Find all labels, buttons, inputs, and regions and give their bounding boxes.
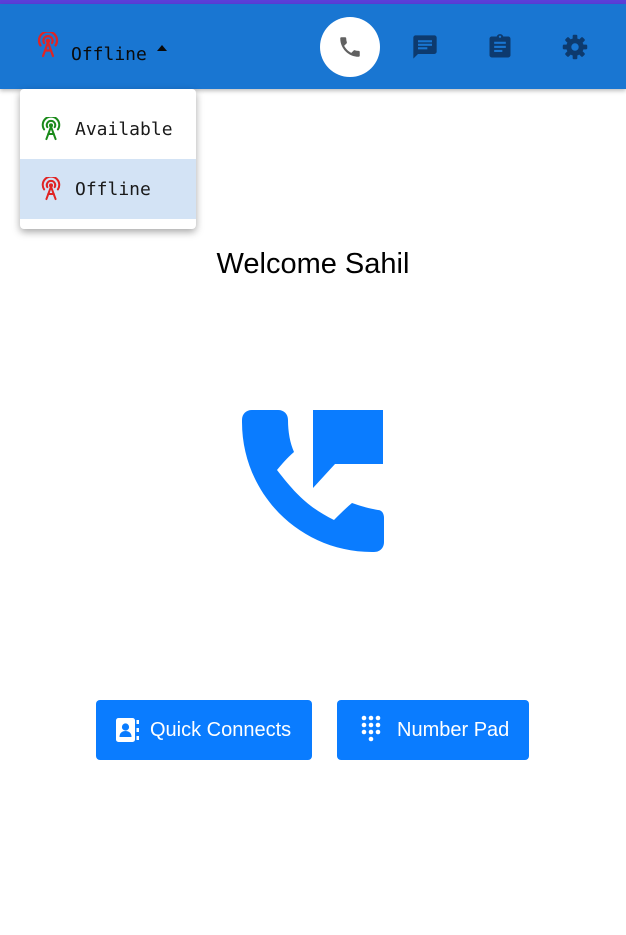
contact-book-icon xyxy=(116,718,139,742)
number-pad-button[interactable]: Number Pad xyxy=(337,700,529,760)
status-option-available[interactable]: Available xyxy=(20,99,196,159)
nav-settings-button[interactable] xyxy=(555,27,595,67)
clipboard-icon xyxy=(489,34,511,58)
caret-up-icon xyxy=(156,45,167,51)
number-pad-label: Number Pad xyxy=(397,718,510,741)
status-option-label: Available xyxy=(75,118,173,140)
broadcast-tower-icon xyxy=(41,177,61,201)
welcome-message: Welcome Sahil xyxy=(216,248,410,280)
phone-icon xyxy=(340,37,360,57)
nav-chat-button[interactable] xyxy=(405,27,445,67)
gear-icon xyxy=(562,34,588,60)
phone-chat-icon xyxy=(242,410,384,552)
status-toggle[interactable]: Offline xyxy=(36,30,168,70)
dialpad-icon xyxy=(361,715,381,742)
app-bar: Offline xyxy=(0,4,626,89)
broadcast-tower-icon xyxy=(37,32,59,58)
chat-icon xyxy=(413,35,437,59)
nav-phone-button[interactable] xyxy=(320,17,380,77)
nav-tasks-button[interactable] xyxy=(480,27,520,67)
quick-connects-button[interactable]: Quick Connects xyxy=(96,700,312,760)
status-dropdown-menu: Available Offline xyxy=(20,89,196,229)
status-option-label: Offline xyxy=(75,178,151,200)
status-option-offline[interactable]: Offline xyxy=(20,159,196,219)
status-label: Offline xyxy=(71,44,147,65)
quick-connects-label: Quick Connects xyxy=(150,718,292,741)
broadcast-tower-icon xyxy=(41,117,61,141)
